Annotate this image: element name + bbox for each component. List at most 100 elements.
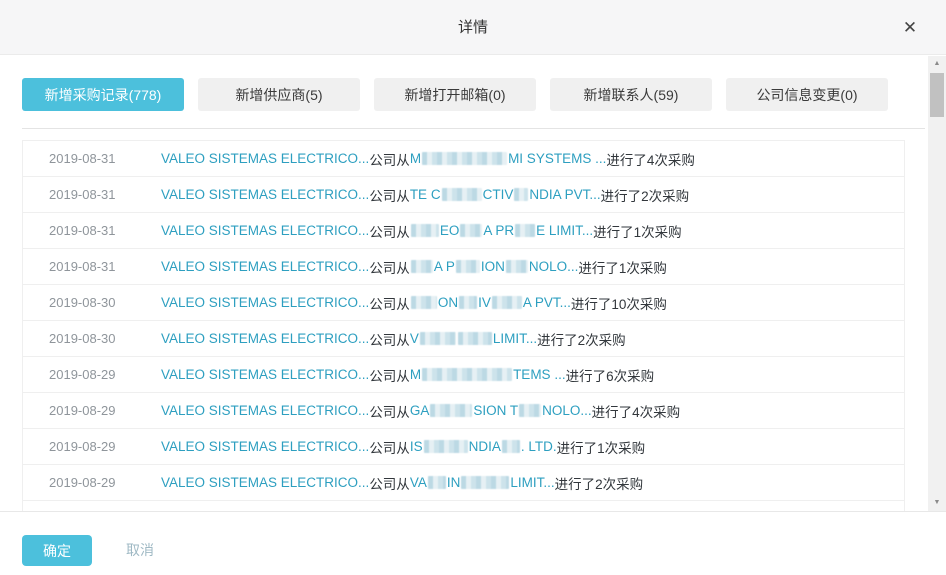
record-text: VALEO SISTEMAS ELECTRICO...公司从 M MI SYSTE… [161,149,695,169]
action-text: 进行了2次采购 [555,473,644,493]
supplier-text[interactable]: V [410,331,419,346]
company-link[interactable]: VALEO SISTEMAS ELECTRICO... [161,187,369,202]
record-date: 2019-08-29 [23,367,161,382]
action-text: 进行了2次采购 [601,185,690,205]
supplier-text[interactable]: ION [481,259,505,274]
supplier-text[interactable]: A PVT... [523,295,571,310]
record-text: VALEO SISTEMAS ELECTRICO...公司从 V LIMIT..… [161,329,626,349]
company-link[interactable]: VALEO SISTEMAS ELECTRICO... [161,295,369,310]
supplier-text[interactable]: A PR [483,223,514,238]
confirm-button[interactable]: 确定 [22,535,92,566]
redacted-supplier-segment [456,260,480,273]
supplier-text[interactable]: M [410,367,421,382]
supplier-text[interactable]: CTIV [483,187,514,202]
action-text: 进行了6次采购 [566,365,655,385]
connector-text: 公司从 [369,257,410,277]
record-date: 2019-08-29 [23,403,161,418]
dialog-footer: 确定 取消 [0,511,946,575]
table-row: 2019-08-29VALEO SISTEMAS ELECTRICO...公司从… [23,429,904,465]
supplier-text[interactable]: NDIA PVT... [529,187,600,202]
supplier-text[interactable]: IV [478,295,491,310]
supplier-text[interactable]: LIMIT... [510,475,554,490]
supplier-text[interactable]: NOLO... [542,403,592,418]
scroll-up-icon[interactable]: ▲ [928,56,946,72]
supplier-text[interactable]: IN [447,475,461,490]
record-text: VALEO SISTEMAS ELECTRICO...公司从 EO A PR E … [161,221,682,241]
scroll-down-icon[interactable]: ▼ [928,495,946,511]
redacted-supplier-segment [514,188,528,201]
redacted-supplier-segment [428,476,446,489]
record-date: 2019-08-30 [23,295,161,310]
connector-text: 公司从 [369,221,410,241]
supplier-text[interactable]: NDIA [469,439,501,454]
supplier-text[interactable]: A P [434,259,455,274]
supplier-text[interactable]: GA [410,403,430,418]
dialog-title: 详情 [0,0,946,55]
company-link[interactable]: VALEO SISTEMAS ELECTRICO... [161,475,369,490]
redacted-supplier-segment [458,332,492,345]
supplier-text[interactable]: VA [410,475,427,490]
redacted-supplier-segment [422,368,512,381]
redacted-supplier-segment [411,296,437,309]
redacted-supplier-segment [506,260,528,273]
tab-0[interactable]: 新增采购记录(778) [22,78,184,111]
company-link[interactable]: VALEO SISTEMAS ELECTRICO... [161,439,369,454]
redacted-supplier-segment [492,296,522,309]
connector-text: 公司从 [369,293,410,313]
vertical-scrollbar[interactable]: ▲ ▼ [928,56,946,511]
tab-4[interactable]: 公司信息变更(0) [726,78,888,111]
company-link[interactable]: VALEO SISTEMAS ELECTRICO... [161,223,369,238]
supplier-text[interactable]: NOLO... [529,259,579,274]
company-link[interactable]: VALEO SISTEMAS ELECTRICO... [161,403,369,418]
record-date: 2019-08-31 [23,187,161,202]
tabs-divider [22,128,925,129]
record-text: VALEO SISTEMAS ELECTRICO...公司从 TE CCTIV … [161,185,689,205]
redacted-supplier-segment [422,152,507,165]
supplier-text[interactable]: . LTD. [521,439,557,454]
record-date: 2019-08-29 [23,439,161,454]
record-text: VALEO SISTEMAS ELECTRICO...公司从 GA SION T N… [161,401,680,421]
record-text: VALEO SISTEMAS ELECTRICO...公司从 A P ION NO… [161,257,667,277]
supplier-text[interactable]: IS [410,439,423,454]
table-row: 2019-08-29VALEO SISTEMAS ELECTRICO...公司从… [23,393,904,429]
supplier-text[interactable]: M [410,151,421,166]
connector-text: 公司从 [369,329,410,349]
company-link[interactable]: VALEO SISTEMAS ELECTRICO... [161,151,369,166]
table-row: 2019-08-29VALEO SISTEMAS ELECTRICO...公司从… [23,465,904,501]
supplier-text[interactable]: MI SYSTEMS ... [508,151,606,166]
connector-text: 公司从 [369,437,410,457]
connector-text: 公司从 [369,401,410,421]
redacted-supplier-segment [442,188,482,201]
supplier-text[interactable]: TEMS ... [513,367,566,382]
redacted-supplier-segment [424,440,468,453]
connector-text: 公司从 [369,365,410,385]
supplier-text[interactable]: ON [438,295,458,310]
scrollbar-thumb[interactable] [930,73,944,117]
table-row: 2019-08-31VALEO SISTEMAS ELECTRICO...公司从… [23,213,904,249]
redacted-supplier-segment [461,476,509,489]
supplier-text[interactable]: E LIMIT... [536,223,593,238]
dialog-header: 详情 ✕ [0,0,946,55]
tab-3[interactable]: 新增联系人(59) [550,78,712,111]
supplier-text[interactable]: TE C [410,187,441,202]
cancel-button[interactable]: 取消 [118,535,162,566]
company-link[interactable]: VALEO SISTEMAS ELECTRICO... [161,331,369,346]
record-date: 2019-08-31 [23,259,161,274]
close-icon[interactable]: ✕ [898,16,922,40]
company-link[interactable]: VALEO SISTEMAS ELECTRICO... [161,367,369,382]
supplier-text[interactable]: LIMIT... [493,331,537,346]
records-table: 2019-08-31VALEO SISTEMAS ELECTRICO...公司从… [22,140,905,511]
supplier-text[interactable]: EO [440,223,460,238]
supplier-text[interactable]: SION T [473,403,518,418]
redacted-supplier-segment [420,332,456,345]
connector-text: 公司从 [369,149,410,169]
tab-2[interactable]: 新增打开邮箱(0) [374,78,536,111]
redacted-supplier-segment [430,404,472,417]
tab-1[interactable]: 新增供应商(5) [198,78,360,111]
action-text: 进行了10次采购 [571,293,667,313]
company-link[interactable]: VALEO SISTEMAS ELECTRICO... [161,259,369,274]
record-text: VALEO SISTEMAS ELECTRICO...公司从 IS NDIA . … [161,437,645,457]
action-text: 进行了1次采购 [557,437,646,457]
table-row: 2019-08-29VALEO SISTEMAS ELECTRICO...公司从… [23,357,904,393]
record-date: 2019-08-29 [23,475,161,490]
